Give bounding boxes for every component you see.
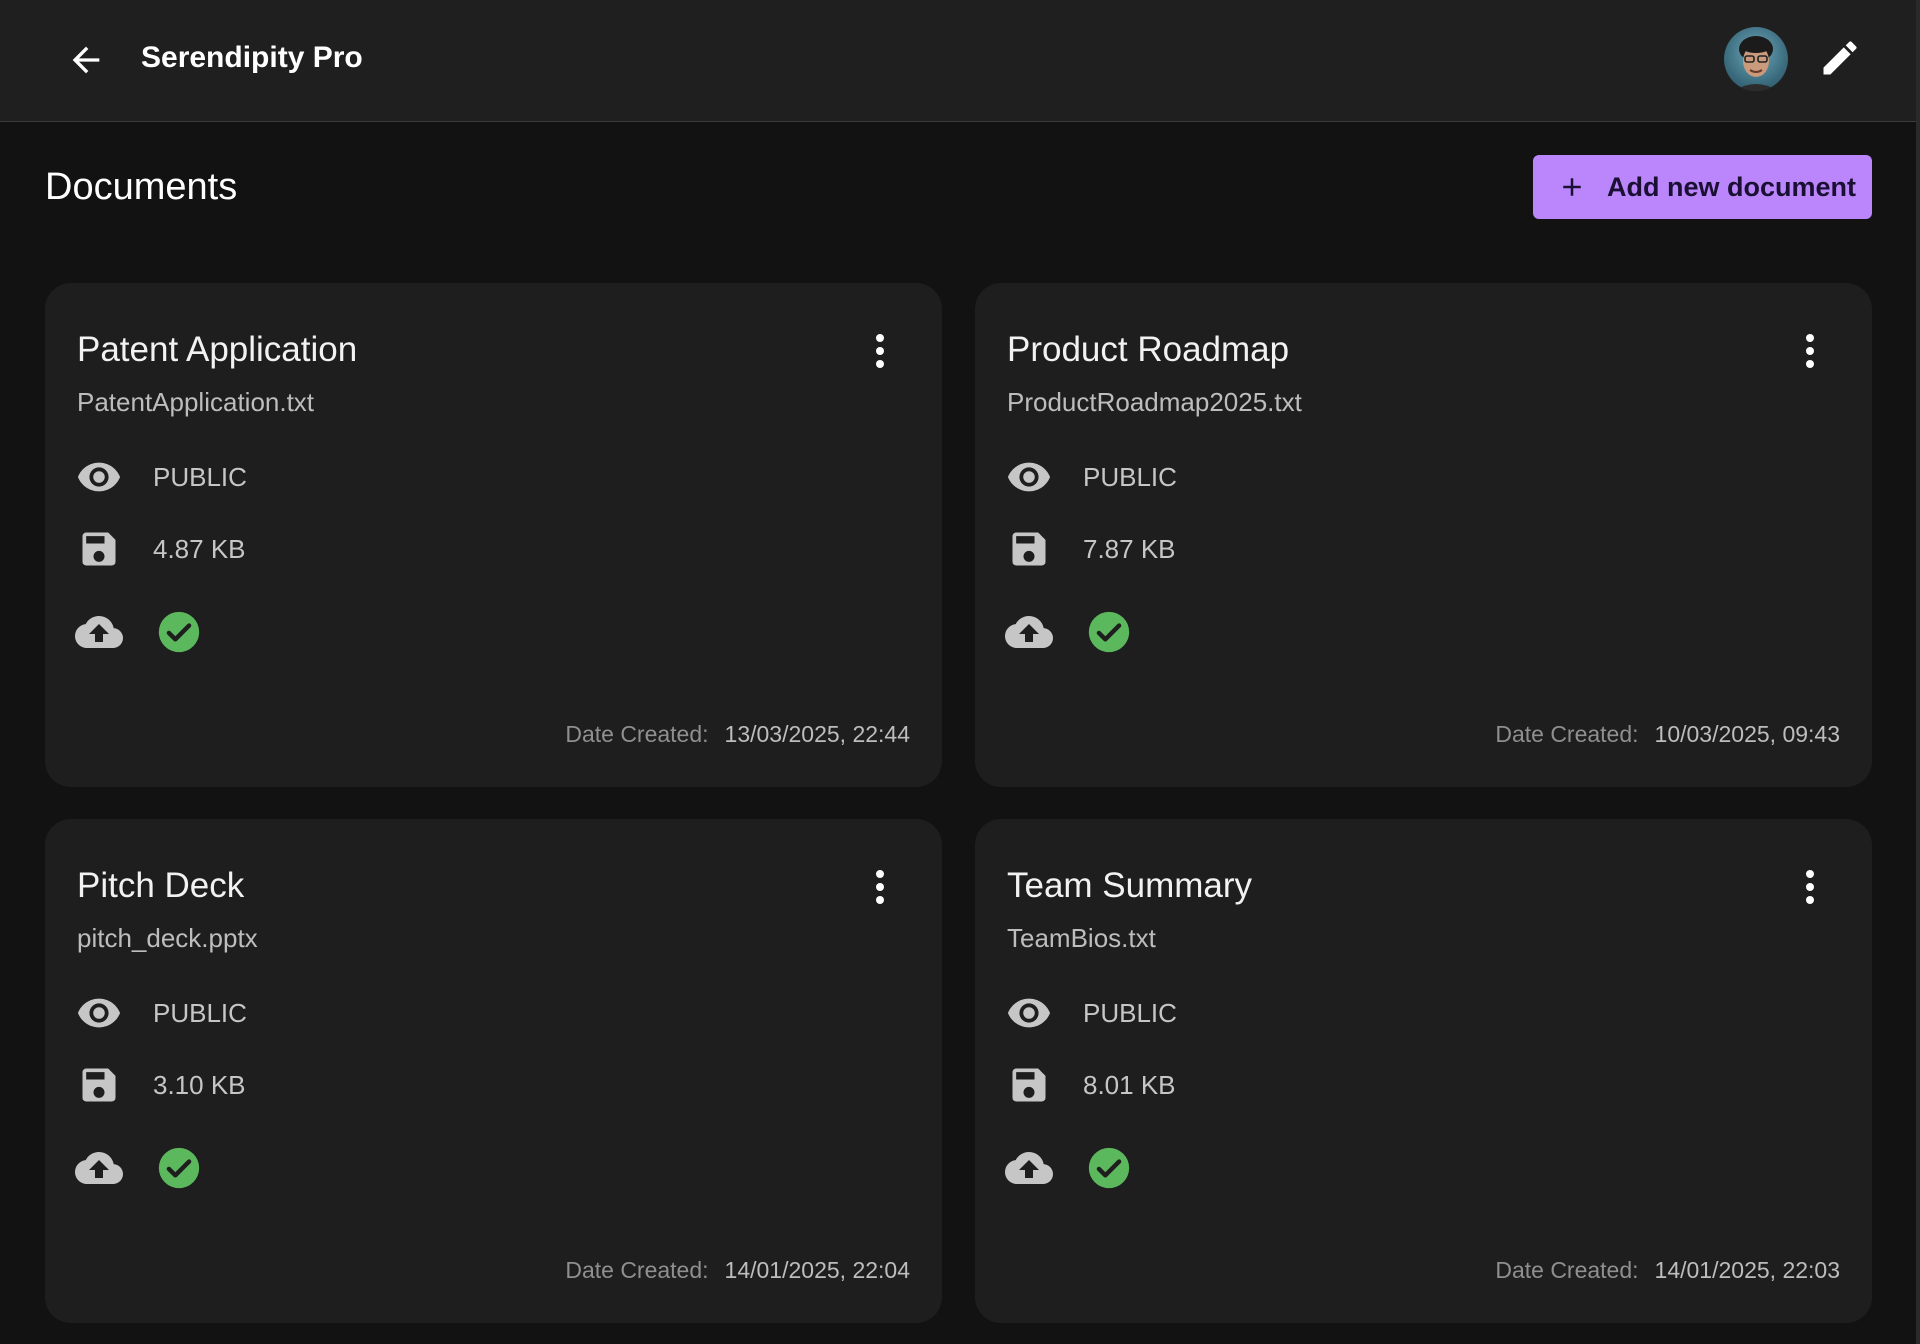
size-row: 4.87 KB bbox=[75, 525, 246, 573]
document-card[interactable]: Product Roadmap ProductRoadmap2025.txt P… bbox=[975, 283, 1872, 787]
user-avatar-icon bbox=[1734, 36, 1778, 91]
sync-status-row bbox=[75, 608, 203, 656]
date-created-label: Date Created: bbox=[565, 721, 709, 747]
sync-status-row bbox=[75, 1144, 203, 1192]
document-title: Pitch Deck bbox=[77, 866, 245, 905]
document-title: Patent Application bbox=[77, 330, 358, 369]
visibility-row: PUBLIC bbox=[1005, 989, 1177, 1037]
document-title: Team Summary bbox=[1007, 866, 1253, 905]
more-vertical-icon bbox=[876, 334, 884, 368]
size-row: 7.87 KB bbox=[1005, 525, 1176, 573]
cloud-upload-icon bbox=[1005, 616, 1053, 648]
date-created: Date Created: 13/03/2025, 22:44 bbox=[565, 719, 910, 749]
eye-icon bbox=[1007, 462, 1051, 492]
edit-button[interactable] bbox=[1812, 30, 1868, 86]
more-vertical-icon bbox=[876, 870, 884, 904]
date-created-value: 14/01/2025, 22:03 bbox=[1654, 1257, 1840, 1283]
more-options-button[interactable] bbox=[1786, 859, 1834, 915]
document-title: Product Roadmap bbox=[1007, 330, 1290, 369]
floppy-disk-icon bbox=[1012, 532, 1046, 566]
document-filename: pitch_deck.pptx bbox=[77, 923, 258, 953]
page-title: Documents bbox=[45, 166, 238, 208]
check-circle-icon bbox=[1088, 611, 1130, 653]
file-size: 8.01 KB bbox=[1083, 1069, 1176, 1100]
cloud-upload-icon bbox=[75, 1152, 123, 1184]
eye-icon bbox=[77, 998, 121, 1028]
visibility-row: PUBLIC bbox=[75, 453, 247, 501]
eye-icon bbox=[1007, 998, 1051, 1028]
scrollbar-track[interactable] bbox=[1916, 0, 1920, 1344]
app-title: Serendipity Pro bbox=[141, 41, 363, 74]
date-created-label: Date Created: bbox=[565, 1257, 709, 1283]
date-created-value: 10/03/2025, 09:43 bbox=[1654, 721, 1840, 747]
add-new-document-label: Add new document bbox=[1607, 171, 1856, 202]
check-circle-icon bbox=[1088, 1147, 1130, 1189]
document-filename: TeamBios.txt bbox=[1007, 923, 1156, 953]
cloud-upload-icon bbox=[75, 616, 123, 648]
visibility-label: PUBLIC bbox=[153, 461, 247, 492]
visibility-label: PUBLIC bbox=[1083, 461, 1177, 492]
more-options-button[interactable] bbox=[856, 859, 904, 915]
more-options-button[interactable] bbox=[856, 323, 904, 379]
sync-status-row bbox=[1005, 1144, 1133, 1192]
eye-icon bbox=[77, 462, 121, 492]
top-app-bar: Serendipity Pro bbox=[0, 0, 1920, 122]
visibility-row: PUBLIC bbox=[1005, 453, 1177, 501]
pencil-icon bbox=[1823, 41, 1857, 75]
size-row: 3.10 KB bbox=[75, 1061, 246, 1109]
file-size: 4.87 KB bbox=[153, 533, 246, 564]
visibility-label: PUBLIC bbox=[1083, 997, 1177, 1028]
date-created: Date Created: 14/01/2025, 22:04 bbox=[565, 1255, 910, 1285]
document-card[interactable]: Pitch Deck pitch_deck.pptx PUBLIC 3.10 K… bbox=[45, 819, 942, 1323]
floppy-disk-icon bbox=[82, 1068, 116, 1102]
date-created-value: 14/01/2025, 22:04 bbox=[724, 1257, 910, 1283]
visibility-row: PUBLIC bbox=[75, 989, 247, 1037]
arrow-left-icon bbox=[72, 46, 100, 74]
date-created-label: Date Created: bbox=[1495, 721, 1639, 747]
more-vertical-icon bbox=[1806, 334, 1814, 368]
add-new-document-button[interactable]: Add new document bbox=[1533, 155, 1872, 219]
document-card[interactable]: Patent Application PatentApplication.txt… bbox=[45, 283, 942, 787]
app-root: Serendipity Pro Documents Add new docume… bbox=[0, 0, 1920, 1344]
more-vertical-icon bbox=[1806, 870, 1814, 904]
date-created-label: Date Created: bbox=[1495, 1257, 1639, 1283]
size-row: 8.01 KB bbox=[1005, 1061, 1176, 1109]
back-button[interactable] bbox=[58, 32, 114, 88]
file-size: 7.87 KB bbox=[1083, 533, 1176, 564]
sync-status-row bbox=[1005, 608, 1133, 656]
plus-icon bbox=[1563, 178, 1581, 196]
more-options-button[interactable] bbox=[1786, 323, 1834, 379]
avatar[interactable] bbox=[1724, 27, 1788, 91]
check-circle-icon bbox=[158, 1147, 200, 1189]
date-created: Date Created: 10/03/2025, 09:43 bbox=[1495, 719, 1840, 749]
floppy-disk-icon bbox=[1012, 1068, 1046, 1102]
file-size: 3.10 KB bbox=[153, 1069, 246, 1100]
date-created-value: 13/03/2025, 22:44 bbox=[724, 721, 910, 747]
floppy-disk-icon bbox=[82, 532, 116, 566]
document-filename: ProductRoadmap2025.txt bbox=[1007, 387, 1302, 417]
document-card[interactable]: Team Summary TeamBios.txt PUBLIC 8.01 KB… bbox=[975, 819, 1872, 1323]
visibility-label: PUBLIC bbox=[153, 997, 247, 1028]
check-circle-icon bbox=[158, 611, 200, 653]
cloud-upload-icon bbox=[1005, 1152, 1053, 1184]
date-created: Date Created: 14/01/2025, 22:03 bbox=[1495, 1255, 1840, 1285]
document-filename: PatentApplication.txt bbox=[77, 387, 315, 417]
